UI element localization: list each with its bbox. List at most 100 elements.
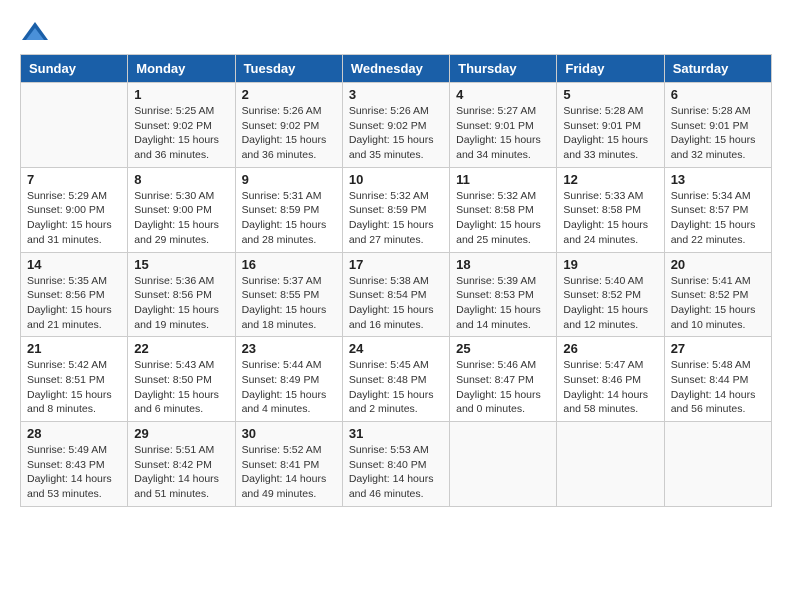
cell-content: Sunrise: 5:28 AM Sunset: 9:01 PM Dayligh… xyxy=(671,104,765,163)
cell-content: Sunrise: 5:47 AM Sunset: 8:46 PM Dayligh… xyxy=(563,358,657,417)
day-number: 26 xyxy=(563,341,657,356)
calendar-cell: 17 Sunrise: 5:38 AM Sunset: 8:54 PM Dayli… xyxy=(342,252,449,337)
calendar-cell: 12 Sunrise: 5:33 AM Sunset: 8:58 PM Dayli… xyxy=(557,167,664,252)
cell-content: Sunrise: 5:49 AM Sunset: 8:43 PM Dayligh… xyxy=(27,443,121,502)
calendar-cell xyxy=(664,422,771,507)
day-number: 16 xyxy=(242,257,336,272)
day-number: 31 xyxy=(349,426,443,441)
calendar-cell: 19 Sunrise: 5:40 AM Sunset: 8:52 PM Dayli… xyxy=(557,252,664,337)
logo xyxy=(20,20,54,44)
calendar-cell: 26 Sunrise: 5:47 AM Sunset: 8:46 PM Dayli… xyxy=(557,337,664,422)
calendar-cell: 4 Sunrise: 5:27 AM Sunset: 9:01 PM Daylig… xyxy=(450,83,557,168)
day-number: 12 xyxy=(563,172,657,187)
cell-content: Sunrise: 5:45 AM Sunset: 8:48 PM Dayligh… xyxy=(349,358,443,417)
day-number: 6 xyxy=(671,87,765,102)
calendar-day-header: Wednesday xyxy=(342,55,449,83)
cell-content: Sunrise: 5:46 AM Sunset: 8:47 PM Dayligh… xyxy=(456,358,550,417)
day-number: 1 xyxy=(134,87,228,102)
cell-content: Sunrise: 5:31 AM Sunset: 8:59 PM Dayligh… xyxy=(242,189,336,248)
calendar-cell: 8 Sunrise: 5:30 AM Sunset: 9:00 PM Daylig… xyxy=(128,167,235,252)
calendar-day-header: Monday xyxy=(128,55,235,83)
day-number: 14 xyxy=(27,257,121,272)
calendar-cell: 10 Sunrise: 5:32 AM Sunset: 8:59 PM Dayli… xyxy=(342,167,449,252)
calendar-day-header: Tuesday xyxy=(235,55,342,83)
day-number: 11 xyxy=(456,172,550,187)
day-number: 30 xyxy=(242,426,336,441)
calendar-cell: 2Sunrise: 5:26 AM Sunset: 9:02 PM Daylig… xyxy=(235,83,342,168)
day-number: 4 xyxy=(456,87,550,102)
calendar-cell: 16 Sunrise: 5:37 AM Sunset: 8:55 PM Dayli… xyxy=(235,252,342,337)
calendar-cell: 11 Sunrise: 5:32 AM Sunset: 8:58 PM Dayli… xyxy=(450,167,557,252)
day-number: 3 xyxy=(349,87,443,102)
calendar-cell: 15 Sunrise: 5:36 AM Sunset: 8:56 PM Dayli… xyxy=(128,252,235,337)
day-number: 15 xyxy=(134,257,228,272)
calendar-week-row: 21Sunrise: 5:42 AM Sunset: 8:51 PM Dayli… xyxy=(21,337,772,422)
calendar-cell: 21Sunrise: 5:42 AM Sunset: 8:51 PM Dayli… xyxy=(21,337,128,422)
cell-content: Sunrise: 5:30 AM Sunset: 9:00 PM Dayligh… xyxy=(134,189,228,248)
day-number: 17 xyxy=(349,257,443,272)
calendar-day-header: Sunday xyxy=(21,55,128,83)
cell-content: Sunrise: 5:37 AM Sunset: 8:55 PM Dayligh… xyxy=(242,274,336,333)
calendar-week-row: 1Sunrise: 5:25 AM Sunset: 9:02 PM Daylig… xyxy=(21,83,772,168)
day-number: 28 xyxy=(27,426,121,441)
cell-content: Sunrise: 5:53 AM Sunset: 8:40 PM Dayligh… xyxy=(349,443,443,502)
cell-content: Sunrise: 5:26 AM Sunset: 9:02 PM Dayligh… xyxy=(242,104,336,163)
day-number: 8 xyxy=(134,172,228,187)
cell-content: Sunrise: 5:28 AM Sunset: 9:01 PM Dayligh… xyxy=(563,104,657,163)
calendar-cell xyxy=(557,422,664,507)
cell-content: Sunrise: 5:44 AM Sunset: 8:49 PM Dayligh… xyxy=(242,358,336,417)
page-header xyxy=(20,20,772,44)
calendar-cell: 31 Sunrise: 5:53 AM Sunset: 8:40 PM Dayli… xyxy=(342,422,449,507)
calendar-header-row: SundayMondayTuesdayWednesdayThursdayFrid… xyxy=(21,55,772,83)
cell-content: Sunrise: 5:35 AM Sunset: 8:56 PM Dayligh… xyxy=(27,274,121,333)
cell-content: Sunrise: 5:32 AM Sunset: 8:59 PM Dayligh… xyxy=(349,189,443,248)
cell-content: Sunrise: 5:34 AM Sunset: 8:57 PM Dayligh… xyxy=(671,189,765,248)
cell-content: Sunrise: 5:36 AM Sunset: 8:56 PM Dayligh… xyxy=(134,274,228,333)
day-number: 10 xyxy=(349,172,443,187)
cell-content: Sunrise: 5:27 AM Sunset: 9:01 PM Dayligh… xyxy=(456,104,550,163)
calendar-cell: 27 Sunrise: 5:48 AM Sunset: 8:44 PM Dayli… xyxy=(664,337,771,422)
calendar-cell: 5Sunrise: 5:28 AM Sunset: 9:01 PM Daylig… xyxy=(557,83,664,168)
calendar-cell: 24 Sunrise: 5:45 AM Sunset: 8:48 PM Dayli… xyxy=(342,337,449,422)
day-number: 18 xyxy=(456,257,550,272)
calendar-cell: 3Sunrise: 5:26 AM Sunset: 9:02 PM Daylig… xyxy=(342,83,449,168)
cell-content: Sunrise: 5:39 AM Sunset: 8:53 PM Dayligh… xyxy=(456,274,550,333)
calendar-cell xyxy=(21,83,128,168)
calendar-cell: 28 Sunrise: 5:49 AM Sunset: 8:43 PM Dayli… xyxy=(21,422,128,507)
day-number: 25 xyxy=(456,341,550,356)
calendar-week-row: 14 Sunrise: 5:35 AM Sunset: 8:56 PM Dayli… xyxy=(21,252,772,337)
calendar-cell: 29 Sunrise: 5:51 AM Sunset: 8:42 PM Dayli… xyxy=(128,422,235,507)
cell-content: Sunrise: 5:29 AM Sunset: 9:00 PM Dayligh… xyxy=(27,189,121,248)
calendar-cell: 22Sunrise: 5:43 AM Sunset: 8:50 PM Dayli… xyxy=(128,337,235,422)
day-number: 7 xyxy=(27,172,121,187)
calendar-cell: 1Sunrise: 5:25 AM Sunset: 9:02 PM Daylig… xyxy=(128,83,235,168)
day-number: 13 xyxy=(671,172,765,187)
day-number: 9 xyxy=(242,172,336,187)
cell-content: Sunrise: 5:43 AM Sunset: 8:50 PM Dayligh… xyxy=(134,358,228,417)
calendar-week-row: 28 Sunrise: 5:49 AM Sunset: 8:43 PM Dayli… xyxy=(21,422,772,507)
day-number: 27 xyxy=(671,341,765,356)
calendar-cell: 14 Sunrise: 5:35 AM Sunset: 8:56 PM Dayli… xyxy=(21,252,128,337)
cell-content: Sunrise: 5:52 AM Sunset: 8:41 PM Dayligh… xyxy=(242,443,336,502)
calendar-day-header: Thursday xyxy=(450,55,557,83)
cell-content: Sunrise: 5:41 AM Sunset: 8:52 PM Dayligh… xyxy=(671,274,765,333)
calendar-cell: 25 Sunrise: 5:46 AM Sunset: 8:47 PM Dayli… xyxy=(450,337,557,422)
cell-content: Sunrise: 5:32 AM Sunset: 8:58 PM Dayligh… xyxy=(456,189,550,248)
day-number: 24 xyxy=(349,341,443,356)
day-number: 19 xyxy=(563,257,657,272)
cell-content: Sunrise: 5:48 AM Sunset: 8:44 PM Dayligh… xyxy=(671,358,765,417)
cell-content: Sunrise: 5:42 AM Sunset: 8:51 PM Dayligh… xyxy=(27,358,121,417)
cell-content: Sunrise: 5:40 AM Sunset: 8:52 PM Dayligh… xyxy=(563,274,657,333)
day-number: 20 xyxy=(671,257,765,272)
day-number: 29 xyxy=(134,426,228,441)
calendar-cell: 13 Sunrise: 5:34 AM Sunset: 8:57 PM Dayli… xyxy=(664,167,771,252)
calendar-cell: 9 Sunrise: 5:31 AM Sunset: 8:59 PM Daylig… xyxy=(235,167,342,252)
calendar-cell: 18 Sunrise: 5:39 AM Sunset: 8:53 PM Dayli… xyxy=(450,252,557,337)
cell-content: Sunrise: 5:51 AM Sunset: 8:42 PM Dayligh… xyxy=(134,443,228,502)
calendar-cell xyxy=(450,422,557,507)
cell-content: Sunrise: 5:33 AM Sunset: 8:58 PM Dayligh… xyxy=(563,189,657,248)
calendar-cell: 20 Sunrise: 5:41 AM Sunset: 8:52 PM Dayli… xyxy=(664,252,771,337)
cell-content: Sunrise: 5:38 AM Sunset: 8:54 PM Dayligh… xyxy=(349,274,443,333)
calendar-cell: 23Sunrise: 5:44 AM Sunset: 8:49 PM Dayli… xyxy=(235,337,342,422)
calendar-table: SundayMondayTuesdayWednesdayThursdayFrid… xyxy=(20,54,772,507)
